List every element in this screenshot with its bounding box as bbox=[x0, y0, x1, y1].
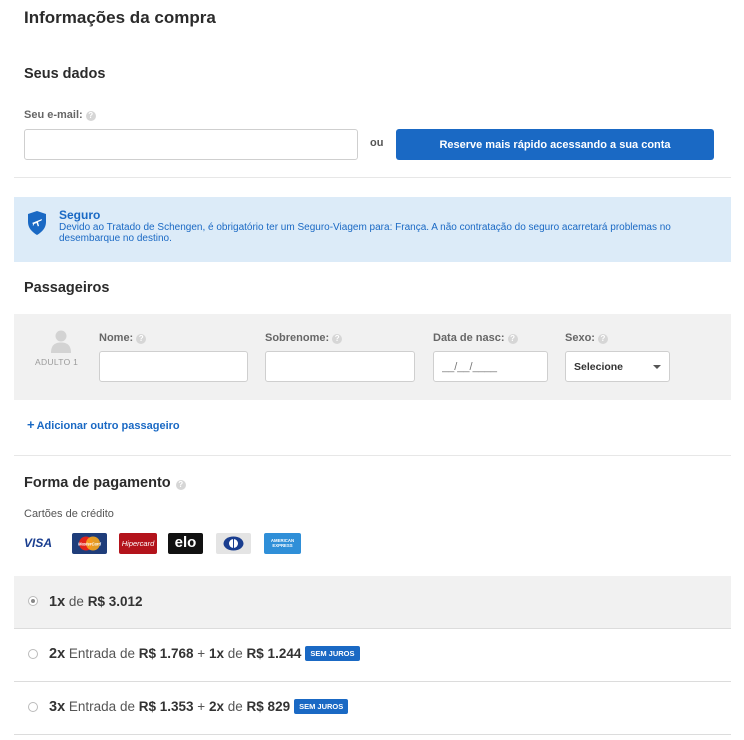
name-label-wrap: Nome:? bbox=[99, 332, 147, 344]
surname-label-wrap: Sobrenome:? bbox=[265, 332, 343, 344]
section-title-passengers: Passageiros bbox=[24, 280, 110, 296]
insurance-notice: Seguro Devido ao Tratado de Schengen, é … bbox=[14, 197, 731, 262]
no-interest-badge: SEM JUROS bbox=[294, 699, 349, 714]
birthdate-label: Data de nasc: bbox=[433, 332, 505, 344]
help-icon[interactable]: ? bbox=[597, 334, 608, 344]
page-title: Informações da compra bbox=[24, 8, 216, 27]
surname-label: Sobrenome: bbox=[265, 332, 330, 344]
add-passenger-label: Adicionar outro passageiro bbox=[36, 420, 180, 432]
section-title-your-data: Seus dados bbox=[24, 66, 106, 82]
payment-option-text: 1x de R$ 3.012 bbox=[49, 594, 143, 610]
payment-option-1x[interactable]: 1x de R$ 3.012 bbox=[14, 576, 731, 628]
divider bbox=[14, 177, 731, 178]
name-field[interactable] bbox=[99, 351, 248, 382]
radio-button[interactable] bbox=[28, 596, 38, 606]
birthdate-field[interactable] bbox=[433, 351, 548, 382]
sex-label-wrap: Sexo:? bbox=[565, 332, 608, 344]
svg-text:MasterCard: MasterCard bbox=[78, 542, 101, 547]
sex-label: Sexo: bbox=[565, 332, 595, 344]
radio-button[interactable] bbox=[28, 702, 38, 712]
mastercard-icon: MasterCard bbox=[72, 533, 107, 554]
payment-heading: Forma de pagamento bbox=[24, 475, 171, 491]
email-label-wrap: Seu e-mail:? bbox=[24, 109, 96, 121]
email-label: Seu e-mail: bbox=[24, 109, 83, 121]
passenger-type: ADULTO 1 bbox=[35, 357, 79, 367]
sex-select[interactable]: Selecione bbox=[565, 351, 670, 382]
hipercard-icon: Hipercard bbox=[119, 533, 157, 554]
credit-cards-label: Cartões de crédito bbox=[24, 508, 114, 520]
birthdate-label-wrap: Data de nasc:? bbox=[433, 332, 518, 344]
visa-icon: VISA bbox=[24, 536, 53, 550]
divider bbox=[14, 455, 731, 456]
add-passenger-link[interactable]: + Adicionar outro passageiro bbox=[27, 417, 180, 432]
payment-option-2x[interactable]: 2x Entrada de R$ 1.768 + 1x de R$ 1.244 S… bbox=[14, 629, 731, 681]
elo-icon: elo bbox=[168, 533, 203, 554]
or-text: ou bbox=[370, 137, 384, 149]
shield-plane-icon bbox=[28, 211, 46, 235]
section-title-payment: Forma de pagamento? bbox=[24, 475, 186, 491]
divider bbox=[14, 734, 731, 735]
payment-option-text: 3x Entrada de R$ 1.353 + 2x de R$ 829 SEM… bbox=[49, 699, 349, 715]
surname-field[interactable] bbox=[265, 351, 415, 382]
passenger-card: ADULTO 1 Nome:? Sobrenome:? Data de nasc… bbox=[14, 314, 731, 400]
no-interest-badge: SEM JUROS bbox=[305, 646, 360, 661]
help-icon[interactable]: ? bbox=[85, 111, 96, 121]
radio-button[interactable] bbox=[28, 649, 38, 659]
plus-icon: + bbox=[27, 417, 35, 432]
payment-option-3x[interactable]: 3x Entrada de R$ 1.353 + 2x de R$ 829 SEM… bbox=[14, 682, 731, 734]
sex-select-value: Selecione bbox=[574, 361, 624, 373]
amex-icon: AMERICAN EXPRESS bbox=[264, 533, 301, 554]
payment-option-text: 2x Entrada de R$ 1.768 + 1x de R$ 1.244 S… bbox=[49, 646, 360, 662]
avatar-icon bbox=[51, 330, 71, 353]
help-icon[interactable]: ? bbox=[332, 334, 343, 344]
help-icon[interactable]: ? bbox=[507, 334, 518, 344]
login-button[interactable]: Reserve mais rápido acessando a sua cont… bbox=[396, 129, 714, 160]
insurance-text: Devido ao Tratado de Schengen, é obrigat… bbox=[59, 222, 671, 244]
name-label: Nome: bbox=[99, 332, 134, 344]
diners-icon bbox=[216, 533, 251, 554]
help-icon[interactable]: ? bbox=[175, 480, 186, 490]
email-field[interactable] bbox=[24, 129, 358, 160]
help-icon[interactable]: ? bbox=[136, 334, 147, 344]
chevron-down-icon bbox=[653, 365, 661, 369]
insurance-title: Seguro bbox=[59, 208, 101, 222]
